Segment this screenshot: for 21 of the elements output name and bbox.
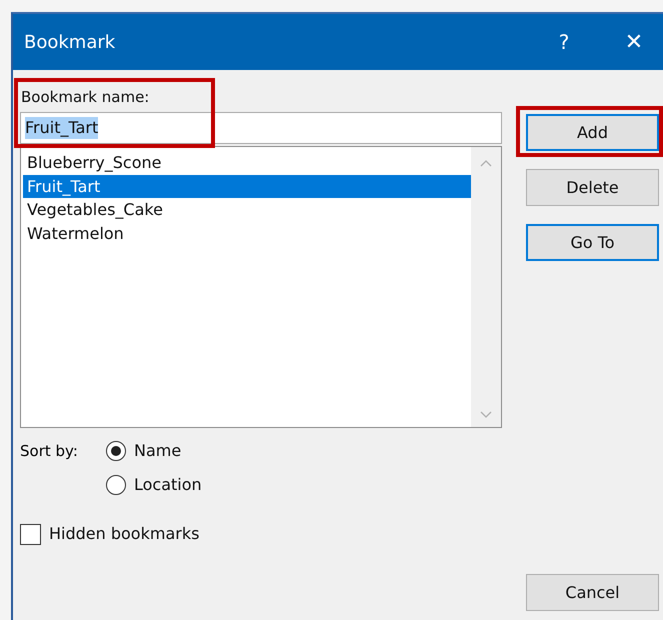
list-item[interactable]: Blueberry_Scone (23, 151, 471, 174)
name-field[interactable]: Fruit_Tart (20, 112, 502, 144)
dialog-button[interactable]: Add (526, 114, 659, 151)
checkbox-label: Hidden bookmarks (49, 523, 200, 545)
cancel-button[interactable]: Cancel (526, 574, 659, 611)
checkbox[interactable] (20, 524, 41, 544)
sort-label: Sort by: (20, 441, 79, 462)
radio-button[interactable] (106, 475, 126, 495)
radio-label: Name (134, 440, 182, 462)
dialog-button[interactable]: Go To (526, 224, 659, 261)
radio-label: Location (134, 474, 202, 496)
list-item[interactable]: Watermelon (23, 222, 471, 245)
list-item[interactable]: Fruit_Tart (23, 174, 471, 198)
help-button[interactable]: ? (549, 22, 579, 62)
field-value: Fruit_Tart (25, 117, 98, 139)
list-item[interactable]: Vegetables_Cake (23, 198, 471, 222)
close-button[interactable]: ✕ (619, 22, 649, 62)
radio-button[interactable] (106, 441, 126, 461)
window-title: Bookmark (24, 32, 116, 52)
dialog-button[interactable]: Delete (526, 169, 659, 206)
field-label: Bookmark name: (20, 87, 150, 108)
